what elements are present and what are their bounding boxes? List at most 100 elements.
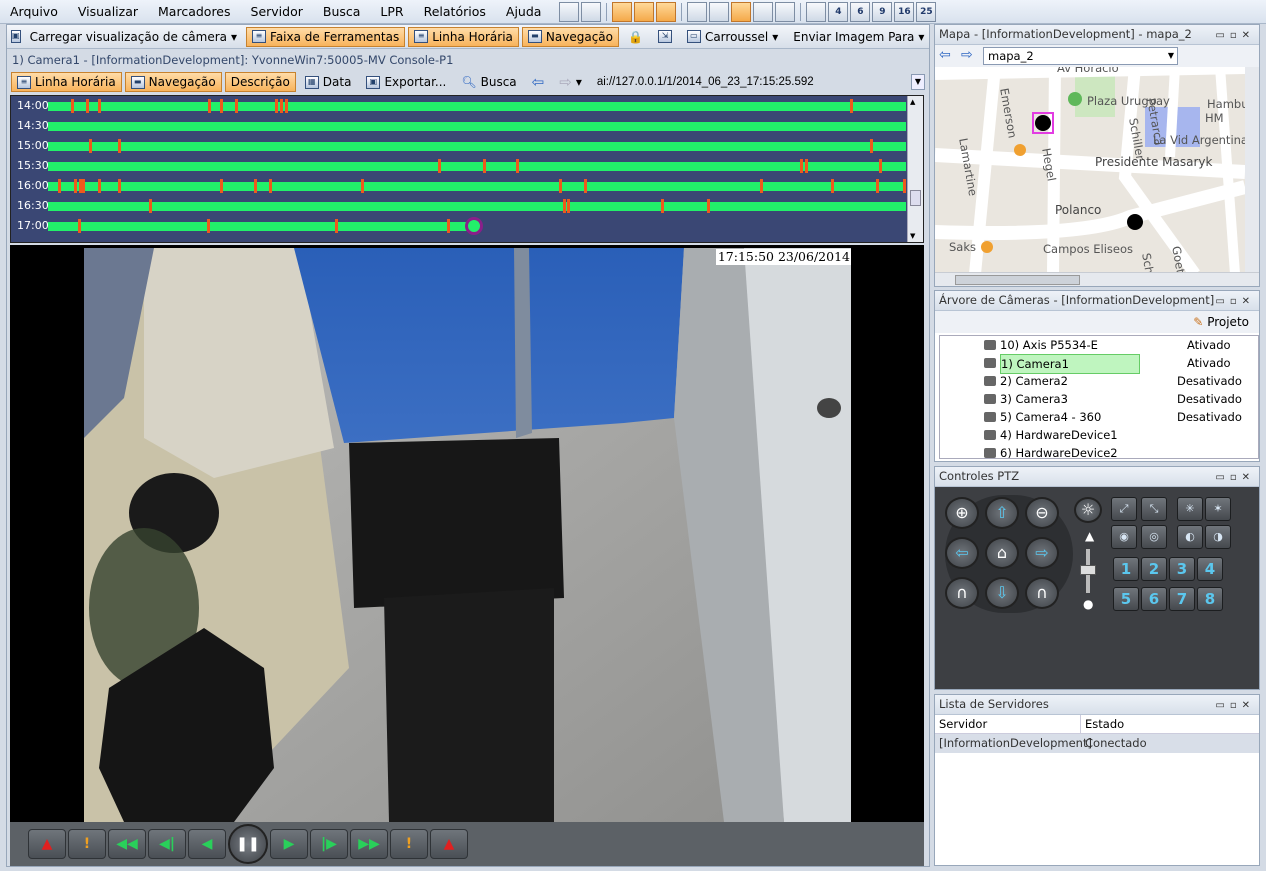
timeline-event-marker[interactable]	[878, 159, 882, 173]
panel-window-buttons[interactable]: ▭▫✕	[1215, 26, 1255, 45]
menu-relatorios[interactable]: Relatórios	[414, 1, 496, 23]
timeline-recording-bar[interactable]	[48, 182, 906, 191]
timeline-event-marker[interactable]	[97, 179, 101, 193]
view1-icon[interactable]	[806, 1, 827, 22]
layout5-icon[interactable]	[753, 1, 774, 22]
step-forward-button[interactable]: ▶	[270, 829, 308, 859]
project-button[interactable]: Projeto	[1207, 315, 1249, 329]
home-icon[interactable]: ⌂	[985, 537, 1019, 569]
export-button[interactable]: ▣ Exportar...	[360, 72, 452, 92]
camera-tree-item[interactable]: 3) Camera3 Desativado	[940, 390, 1258, 408]
timeline-event-marker[interactable]	[118, 179, 122, 193]
timeline-event-marker[interactable]	[760, 179, 764, 193]
timeline-event-marker[interactable]	[831, 179, 835, 193]
timeline-event-marker[interactable]	[483, 159, 486, 173]
timeline-event-marker[interactable]	[85, 99, 89, 113]
navigation-button[interactable]: ▬ Navegação	[124, 72, 222, 92]
edit-icon[interactable]	[581, 1, 602, 22]
timeline-event-marker[interactable]	[219, 99, 223, 113]
panel-window-buttons[interactable]: ▭▫✕	[1215, 696, 1255, 715]
pan-right-icon[interactable]: ⇨	[1025, 537, 1059, 569]
view9-icon[interactable]: 9	[872, 1, 893, 22]
lock-left-icon[interactable]: ∩	[945, 577, 979, 609]
timeline-event-marker[interactable]	[78, 219, 82, 233]
timeline-event-marker[interactable]	[584, 179, 588, 193]
timeline-recording-bar[interactable]	[48, 102, 906, 111]
timeline-event-marker[interactable]	[875, 179, 879, 193]
settings-icon[interactable]: ☼	[1074, 497, 1102, 523]
map-forward-icon[interactable]: ⇨	[961, 48, 979, 64]
map-horizontal-scrollbar[interactable]	[935, 272, 1259, 286]
timeline-event-marker[interactable]	[208, 99, 212, 113]
first-alarm-button[interactable]: ▲	[28, 829, 66, 859]
map-vertical-scrollbar[interactable]	[1245, 67, 1259, 274]
timeline-event-marker[interactable]	[869, 139, 873, 153]
camera-tree-item[interactable]: 2) Camera2 Desativado	[940, 372, 1258, 390]
preset-7-button[interactable]: 7	[1169, 587, 1195, 611]
zoom-in-icon[interactable]: ⊕	[945, 497, 979, 529]
timeline-event-marker[interactable]	[446, 219, 450, 233]
timeline-cursor[interactable]	[465, 217, 483, 235]
map-select[interactable]: mapa_2	[983, 47, 1178, 65]
timeline-scrollbar[interactable]: ▲ ▼	[907, 96, 923, 242]
menu-servidor[interactable]: Servidor	[241, 1, 313, 23]
timeline-event-marker[interactable]	[438, 159, 442, 173]
preset-1-button[interactable]: 1	[1113, 557, 1139, 581]
timeline-event-marker[interactable]	[562, 199, 566, 213]
pause-button[interactable]: ❚❚	[228, 824, 268, 864]
view25-icon[interactable]: 25	[916, 1, 937, 22]
pan-left-icon[interactable]: ⇦	[945, 537, 979, 569]
timeline-recording-bar[interactable]	[48, 162, 906, 171]
search-button[interactable]: 🔍︎ Busca	[455, 72, 522, 92]
rewind-button[interactable]: ◀|	[148, 829, 186, 859]
timeline-event-marker[interactable]	[850, 99, 854, 113]
menu-ajuda[interactable]: Ajuda	[496, 1, 552, 23]
timeline-event-marker[interactable]	[71, 99, 75, 113]
layout4-icon[interactable]	[709, 1, 730, 22]
timeline-chart[interactable]: 14:00 14:30 15:00 15:30 16:00 16:30 17:00 ▲ ▼	[10, 95, 924, 243]
timeline-event-marker[interactable]	[361, 179, 365, 193]
scroll-down-icon[interactable]: ▼	[910, 232, 915, 240]
timeline-event-marker[interactable]	[97, 99, 101, 113]
timeline-event-marker[interactable]	[284, 99, 288, 113]
preset-5-button[interactable]: 5	[1113, 587, 1139, 611]
preset-3-button[interactable]: 3	[1169, 557, 1195, 581]
timeline-event-marker[interactable]	[902, 179, 906, 193]
export-view-button[interactable]: ⇲	[652, 27, 678, 47]
back-button[interactable]: ⇦	[526, 72, 551, 92]
timeline-event-marker[interactable]	[235, 99, 239, 113]
state-column-header[interactable]: Estado	[1081, 715, 1124, 733]
panel-window-buttons[interactable]: ▭▫✕	[1215, 292, 1255, 311]
contrast-icon[interactable]: ◐	[1177, 525, 1203, 549]
timeline-event-marker[interactable]	[515, 159, 519, 173]
timeline-event-marker[interactable]	[206, 219, 210, 233]
timeline-toggle-button[interactable]: ≡ Linha Horária	[408, 26, 519, 47]
timeline-button[interactable]: ≡ Linha Horária	[11, 72, 122, 92]
menu-busca[interactable]: Busca	[313, 1, 371, 23]
camera-tree-item[interactable]: 4) HardwareDevice1	[940, 426, 1258, 444]
timeline-event-marker[interactable]	[800, 159, 804, 173]
timeline-event-marker[interactable]	[661, 199, 665, 213]
url-dropdown-icon[interactable]: ▼	[911, 74, 925, 90]
focus-near-icon[interactable]: ✶	[1205, 497, 1231, 521]
save-icon[interactable]: ▣	[11, 30, 21, 43]
video-area[interactable]: 17:15:50 23/06/2014	[10, 245, 924, 822]
forward-button[interactable]: ⇨ ▾	[553, 72, 588, 92]
menu-lpr[interactable]: LPR	[370, 1, 413, 23]
iris-open-icon[interactable]: ◉	[1111, 525, 1137, 549]
focus-far-icon[interactable]: ✳	[1177, 497, 1203, 521]
zoom-out-icon[interactable]: ⊖	[1025, 497, 1059, 529]
menu-visualizar[interactable]: Visualizar	[68, 1, 148, 23]
contrast-alt-icon[interactable]: ◑	[1205, 525, 1231, 549]
scroll-thumb[interactable]	[910, 190, 921, 206]
add-icon[interactable]	[559, 1, 580, 22]
fast-forward-button[interactable]: ▶▶	[350, 829, 388, 859]
timeline-event-marker[interactable]	[567, 199, 571, 213]
menu-arquivo[interactable]: Arquivo	[0, 1, 68, 23]
load-view-button[interactable]: Carregar visualização de câmera ▾	[24, 27, 243, 47]
layout6-icon[interactable]	[775, 1, 796, 22]
date-button[interactable]: ▦ Data	[299, 72, 358, 92]
timeline-event-marker[interactable]	[804, 159, 808, 173]
camera-tree-item[interactable]: 6) HardwareDevice2	[940, 444, 1258, 458]
scroll-up-icon[interactable]: ▲	[910, 98, 915, 106]
